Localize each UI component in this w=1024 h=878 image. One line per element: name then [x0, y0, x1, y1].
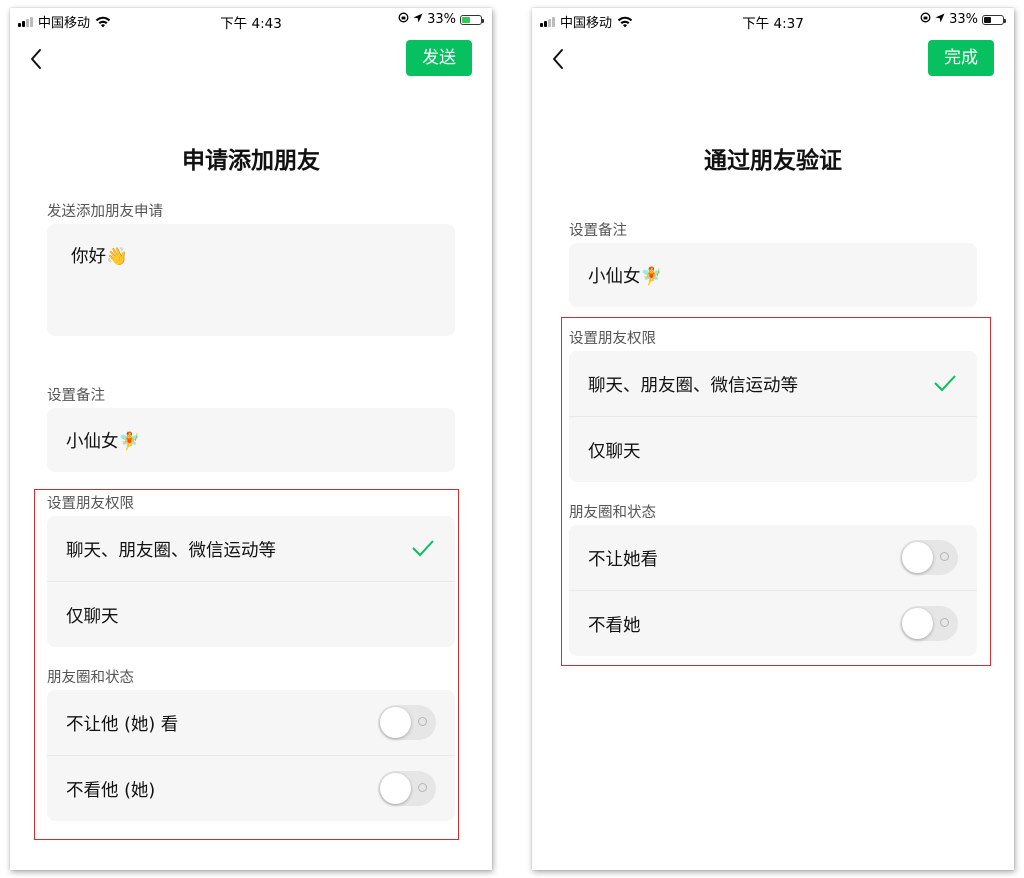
- permission-options: 聊天、朋友圈、微信运动等 仅聊天: [569, 351, 977, 482]
- request-label: 发送添加朋友申请: [47, 204, 163, 220]
- page-title: 申请添加朋友: [182, 148, 320, 174]
- moments-options: 不让她看 不看她: [569, 525, 977, 656]
- hide-my-moments-toggle[interactable]: [900, 540, 958, 575]
- battery-icon: [460, 14, 484, 25]
- orientation-lock-icon: [398, 12, 409, 27]
- permission-label: 设置朋友权限: [569, 331, 656, 347]
- back-button[interactable]: [546, 44, 572, 74]
- hide-my-moments-toggle[interactable]: [378, 705, 436, 740]
- location-icon: [935, 12, 945, 27]
- permission-option-chat-only[interactable]: 仅聊天: [569, 416, 977, 482]
- hide-their-moments-toggle[interactable]: [900, 606, 958, 641]
- remark-label: 设置备注: [47, 388, 105, 404]
- battery-percent: 33%: [949, 12, 978, 27]
- permission-option-label: 仅聊天: [66, 607, 119, 627]
- moments-option-label: 不看他 (她): [66, 781, 156, 801]
- status-bar: 中国移动 下午 4:37 33%: [532, 8, 1014, 34]
- phone-screen-add-friend: 中国移动 下午 4:43 33% 发送 申请添加朋友 发送添加朋友申请 你好👋 …: [10, 8, 492, 870]
- moments-option-label: 不让他 (她) 看: [66, 715, 179, 735]
- permission-options: 聊天、朋友圈、微信运动等 仅聊天: [47, 516, 455, 647]
- done-button[interactable]: 完成: [928, 40, 994, 76]
- back-button[interactable]: [24, 44, 50, 74]
- moments-label: 朋友圈和状态: [47, 670, 134, 686]
- permission-option-label: 聊天、朋友圈、微信运动等: [588, 376, 798, 396]
- hide-their-moments-toggle[interactable]: [378, 771, 436, 806]
- request-message-value: 你好👋: [71, 247, 128, 267]
- moments-option-label: 不让她看: [588, 550, 658, 570]
- remark-input[interactable]: 小仙女🧚: [569, 243, 977, 307]
- moments-label: 朋友圈和状态: [569, 505, 656, 521]
- permission-option-all[interactable]: 聊天、朋友圈、微信运动等: [569, 351, 977, 416]
- permission-option-label: 仅聊天: [588, 442, 641, 462]
- battery-icon: [982, 14, 1006, 25]
- moments-option-hide-theirs: 不看他 (她): [47, 755, 455, 821]
- permission-option-label: 聊天、朋友圈、微信运动等: [66, 541, 276, 561]
- send-button[interactable]: 发送: [406, 40, 472, 76]
- moments-option-label: 不看她: [588, 616, 641, 636]
- battery-percent: 33%: [427, 12, 456, 27]
- remark-value: 小仙女🧚: [588, 267, 663, 287]
- moments-options: 不让他 (她) 看 不看他 (她): [47, 690, 455, 821]
- remark-value: 小仙女🧚: [66, 432, 141, 452]
- checkmark-icon: [934, 375, 956, 392]
- page-title: 通过朋友验证: [704, 148, 842, 174]
- location-icon: [413, 12, 423, 27]
- chevron-left-icon: [31, 49, 41, 69]
- permission-label: 设置朋友权限: [47, 496, 134, 512]
- moments-option-hide-mine: 不让她看: [569, 525, 977, 590]
- remark-input[interactable]: 小仙女🧚: [47, 408, 455, 472]
- permission-option-all[interactable]: 聊天、朋友圈、微信运动等: [47, 516, 455, 581]
- chevron-left-icon: [553, 49, 563, 69]
- phone-screen-verify-friend: 中国移动 下午 4:37 33% 完成 通过朋友验证 设置备注 小仙女🧚 设置朋…: [532, 8, 1014, 870]
- moments-option-hide-theirs: 不看她: [569, 590, 977, 656]
- remark-label: 设置备注: [569, 223, 627, 239]
- checkmark-icon: [412, 540, 434, 557]
- status-bar: 中国移动 下午 4:43 33%: [10, 8, 492, 34]
- permission-option-chat-only[interactable]: 仅聊天: [47, 581, 455, 647]
- moments-option-hide-mine: 不让他 (她) 看: [47, 690, 455, 755]
- orientation-lock-icon: [920, 12, 931, 27]
- request-message-input[interactable]: 你好👋: [47, 224, 455, 336]
